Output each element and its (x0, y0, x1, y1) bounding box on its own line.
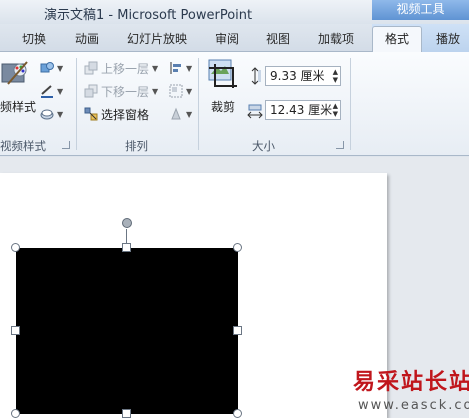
send-backward-label: 下移一层 (101, 84, 150, 99)
effects-icon (40, 109, 54, 120)
bring-forward-label: 上移一层 (101, 61, 150, 76)
arrange-group-label: 排列 (125, 139, 148, 153)
chevron-down-icon: ▼ (152, 86, 159, 96)
height-value: 9.33 厘米 (270, 69, 325, 83)
chevron-down-icon: ▼ (57, 109, 64, 119)
tab-addins[interactable]: 加载项 (318, 30, 354, 47)
video-shape-button[interactable]: ▼ (40, 58, 63, 78)
resize-handle-top-right[interactable] (233, 243, 242, 252)
group-divider (198, 58, 199, 150)
tab-animations[interactable]: 动画 (75, 30, 99, 47)
resize-handle-bottom-right[interactable] (233, 409, 242, 418)
tab-format[interactable]: 格式 (372, 26, 422, 53)
bring-forward-icon (84, 61, 98, 75)
size-group-label: 大小 (252, 139, 275, 153)
chevron-down-icon: ▼ (57, 86, 64, 96)
chevron-down-icon: ▼ (57, 63, 64, 73)
chevron-down-icon: ▼ (186, 86, 193, 96)
group-divider (76, 58, 77, 150)
shape-icon (40, 62, 54, 73)
slide-canvas (0, 173, 387, 418)
size-dialog-launcher-icon[interactable] (336, 141, 344, 149)
resize-handle-left[interactable] (11, 326, 20, 335)
crop-button[interactable]: 裁剪 (205, 58, 241, 118)
tab-slideshow[interactable]: 幻灯片放映 (127, 30, 187, 47)
width-value: 12.43 厘米 (270, 103, 333, 117)
align-button[interactable]: ▼ (169, 58, 192, 78)
tab-transitions[interactable]: 切换 (22, 30, 46, 47)
align-icon (170, 62, 181, 74)
video-object[interactable] (16, 248, 238, 414)
rotate-icon (171, 107, 181, 120)
width-icon (247, 104, 263, 119)
rotate-button[interactable]: ▼ (169, 104, 192, 124)
resize-handle-right[interactable] (233, 326, 242, 335)
video-tools-context-header: 视频工具 (372, 0, 469, 20)
selection-pane-button[interactable]: 选择窗格 (84, 104, 149, 124)
group-objects-button[interactable]: ▼ (169, 81, 192, 101)
width-input[interactable]: 12.43 厘米 ▲ ▼ (265, 100, 341, 120)
group-divider (350, 58, 351, 150)
chevron-down-icon: ▼ (186, 109, 193, 119)
rotation-handle-icon[interactable] (122, 218, 132, 228)
height-icon (251, 67, 261, 85)
selection-pane-label: 选择窗格 (101, 107, 150, 122)
send-backward-icon (84, 84, 98, 98)
chevron-down-icon: ▼ (186, 63, 193, 73)
tab-playback[interactable]: 播放 (436, 30, 460, 47)
window-title: 演示文稿1 - Microsoft PowerPoint (44, 8, 253, 23)
crop-icon (208, 59, 237, 88)
chevron-down-icon: ▼ (152, 63, 159, 73)
resize-handle-top[interactable] (122, 243, 131, 252)
resize-handle-bottom-left[interactable] (11, 409, 20, 418)
pencil-icon (41, 85, 53, 98)
watermark-url: www.easck.com (358, 398, 469, 413)
bring-forward-button[interactable]: 上移一层 ▼ (84, 58, 158, 78)
watermark-site-name: 易采站长站 (353, 369, 469, 395)
group-icon (169, 84, 183, 98)
title-bar: 演示文稿1 - Microsoft PowerPoint 视频工具 (0, 0, 469, 24)
resize-handle-bottom[interactable] (122, 409, 131, 418)
ribbon: 频样式 ▼ ▼ ▼ 视频样式 上移一层 ▼ 下移一层 ▼ 选择窗格 ▼ ▼ ▼ … (0, 52, 469, 156)
send-backward-button[interactable]: 下移一层 ▼ (84, 81, 158, 101)
ribbon-tab-bar: 切换 动画 幻灯片放映 审阅 视图 加载项 格式 播放 (0, 24, 469, 53)
video-border-button[interactable]: ▼ (40, 81, 63, 101)
video-styles-group-label: 视频样式 (0, 139, 46, 153)
width-spinner-icon[interactable]: ▲ ▼ (333, 102, 338, 118)
video-effects-button[interactable]: ▼ (40, 104, 63, 124)
height-input[interactable]: 9.33 厘米 ▲ ▼ (265, 66, 341, 86)
crop-button-label: 裁剪 (211, 100, 236, 114)
tab-view[interactable]: 视图 (266, 30, 290, 47)
video-style-palette-icon (1, 61, 28, 85)
video-styles-gallery-button[interactable]: 频样式 (0, 58, 36, 118)
height-spinner-icon[interactable]: ▲ ▼ (333, 68, 338, 84)
resize-handle-top-left[interactable] (11, 243, 20, 252)
video-styles-dialog-launcher-icon[interactable] (62, 141, 70, 149)
tab-review[interactable]: 审阅 (215, 30, 239, 47)
selection-pane-icon (84, 107, 98, 121)
video-styles-button-label: 频样式 (0, 100, 37, 114)
